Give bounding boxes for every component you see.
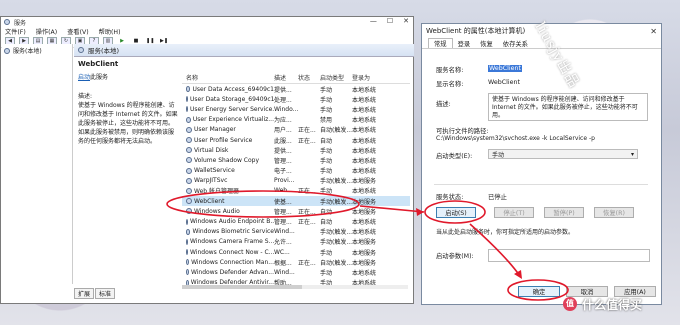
highlight-ellipse-start [424,200,486,224]
arrow-head-2 [514,270,522,279]
highlight-ellipse-ok [507,279,569,301]
arrow-line [359,205,425,213]
arrow-head [416,208,424,216]
brand-text: 什么值得买 [582,298,643,312]
annotation-overlay [166,190,569,301]
arrow-curve [469,223,521,277]
highlight-ellipse-webclient [166,190,360,218]
brand-logo: 值 [563,297,577,311]
